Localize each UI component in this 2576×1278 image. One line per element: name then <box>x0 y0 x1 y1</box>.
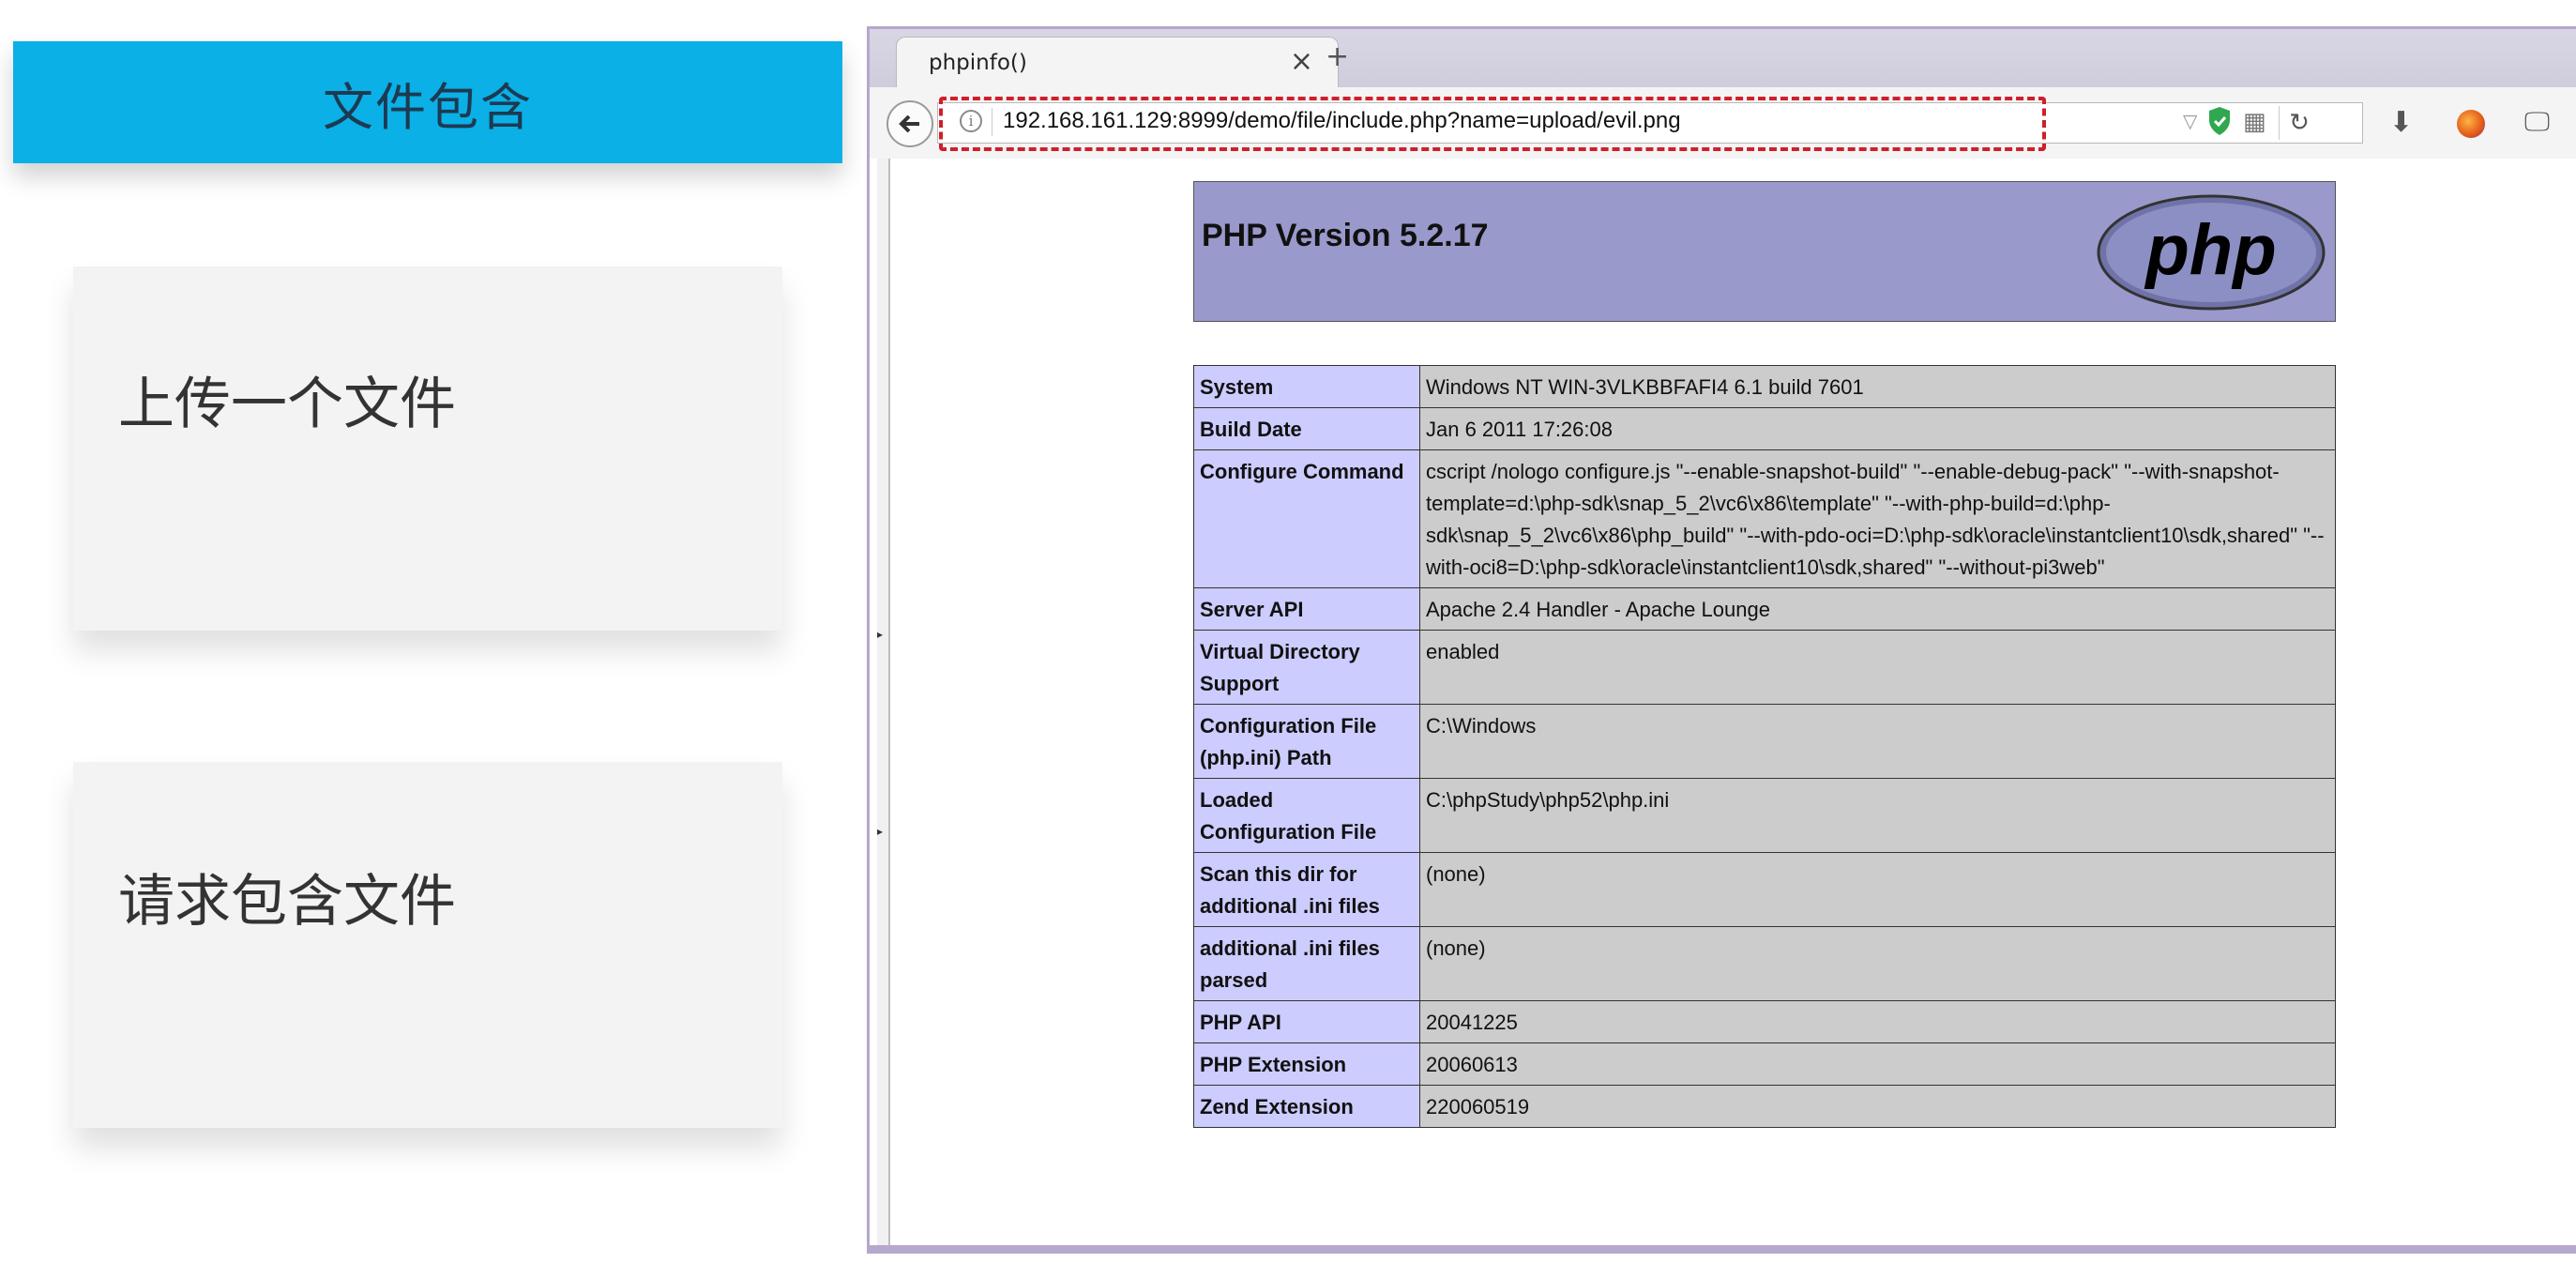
phpinfo-header: PHP Version 5.2.17 php <box>1193 181 2336 322</box>
php-version-title: PHP Version 5.2.17 <box>1202 218 1489 253</box>
row-key: additional .ini files parsed <box>1193 926 1420 1001</box>
browser-window: phpinfo() × + i 192.168.161.129:8999/dem… <box>867 26 2576 1254</box>
step-card-include: 请求包含文件 <box>73 762 782 1128</box>
step-card-upload: 上传一个文件 <box>73 266 782 631</box>
tab-title: phpinfo() <box>929 51 1027 75</box>
table-row: Virtual Directory Support enabled <box>1193 630 2336 705</box>
screen-icon[interactable]: 🖵 <box>2524 106 2550 138</box>
firefox-icon[interactable] <box>2457 110 2485 138</box>
reload-icon[interactable]: ↻ <box>2279 106 2319 140</box>
row-key: PHP API <box>1193 1000 1420 1043</box>
arrow-left-icon <box>899 114 919 133</box>
navigation-bar: i 192.168.161.129:8999/demo/file/include… <box>870 87 2576 160</box>
row-value: cscript /nologo configure.js "--enable-s… <box>1419 449 2336 588</box>
table-row: Scan this dir for additional .ini files(… <box>1193 852 2336 927</box>
slide-title: 文件包含 <box>323 77 533 137</box>
phpinfo-table: System Windows NT WIN-3VLKBBFAFI4 6.1 bui… <box>1193 365 2336 1128</box>
row-key: Zend Extension <box>1193 1085 1420 1128</box>
php-logo: php <box>2097 194 2326 311</box>
table-row: System Windows NT WIN-3VLKBBFAFI4 6.1 bui… <box>1193 365 2336 408</box>
download-icon[interactable]: ⬇ <box>2389 106 2413 139</box>
dropdown-icon[interactable]: ▽ <box>2183 110 2197 132</box>
row-value: Windows NT WIN-3VLKBBFAFI4 6.1 build 760… <box>1419 365 2336 408</box>
row-key: PHP Extension <box>1193 1042 1420 1086</box>
url-text[interactable]: 192.168.161.129:8999/demo/file/include.p… <box>1003 108 1681 134</box>
splitter-arrow-icon[interactable]: ▸ <box>877 825 886 838</box>
row-value: C:\Windows <box>1419 704 2336 779</box>
row-value: 20060613 <box>1419 1042 2336 1086</box>
row-key: Virtual Directory Support <box>1193 630 1420 705</box>
info-icon[interactable]: i <box>960 110 982 132</box>
row-key: System <box>1193 365 1420 408</box>
new-tab-button[interactable]: + <box>1326 40 1349 73</box>
table-row: Loaded Configuration File C:\phpStudy\php… <box>1193 778 2336 853</box>
row-value: 220060519 <box>1419 1085 2336 1128</box>
php-logo-text: php <box>2144 210 2276 290</box>
row-key: Server API <box>1193 587 1420 631</box>
tab-phpinfo[interactable]: phpinfo() × <box>896 37 1339 90</box>
shield-icon[interactable] <box>2207 106 2232 136</box>
close-tab-icon[interactable]: × <box>1290 45 1313 78</box>
table-row: Configure Command cscript /nologo configu… <box>1193 449 2336 588</box>
row-value: 20041225 <box>1419 1000 2336 1043</box>
row-value: Jan 6 2011 17:26:08 <box>1419 407 2336 450</box>
table-row: Zend Extension 220060519 <box>1193 1085 2336 1128</box>
url-separator <box>992 108 993 136</box>
row-value: Apache 2.4 Handler - Apache Lounge <box>1419 587 2336 631</box>
splitter-arrow-icon[interactable]: ▸ <box>877 628 886 641</box>
sidebar-splitter[interactable]: ▸ ▸ <box>877 159 890 1251</box>
table-row: Server API Apache 2.4 Handler - Apache Lo… <box>1193 587 2336 631</box>
window-bottom-border <box>870 1245 2576 1251</box>
row-key: Scan this dir for additional .ini files <box>1193 852 1420 927</box>
step-label-include: 请求包含文件 <box>118 869 456 935</box>
row-value: enabled <box>1419 630 2336 705</box>
table-row: PHP Extension 20060613 <box>1193 1042 2336 1086</box>
table-row: PHP API 20041225 <box>1193 1000 2336 1043</box>
row-value: (none) <box>1419 852 2336 927</box>
row-key: Configure Command <box>1193 449 1420 588</box>
row-value: (none) <box>1419 926 2336 1001</box>
back-button[interactable] <box>886 100 933 147</box>
table-row: Build Date Jan 6 2011 17:26:08 <box>1193 407 2336 450</box>
row-key: Build Date <box>1193 407 1420 450</box>
qr-code-icon[interactable]: ▦ <box>2243 108 2266 136</box>
row-value: C:\phpStudy\php52\php.ini <box>1419 778 2336 853</box>
page-content: ▸ ▸ PHP Version 5.2.17 php System Windows… <box>870 159 2576 1251</box>
slide-header: 文件包含 <box>13 41 842 163</box>
step-label-upload: 上传一个文件 <box>118 372 456 437</box>
row-key: Configuration File (php.ini) Path <box>1193 704 1420 779</box>
table-row: additional .ini files parsed (none) <box>1193 926 2336 1001</box>
row-key: Loaded Configuration File <box>1193 778 1420 853</box>
table-row: Configuration File (php.ini) Path C:\Wind… <box>1193 704 2336 779</box>
tab-strip: phpinfo() × + <box>870 29 2576 90</box>
